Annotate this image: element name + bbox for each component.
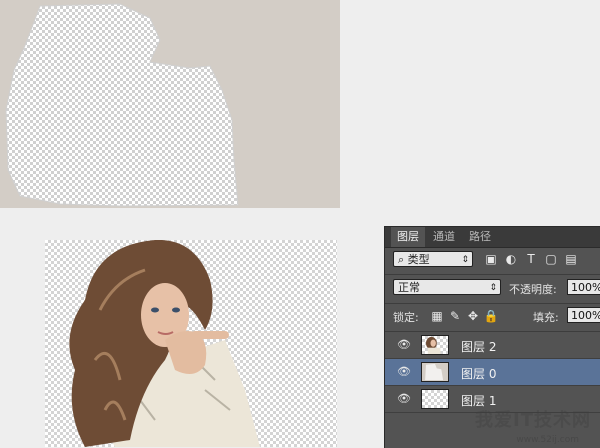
transparent-silhouette [5, 3, 239, 207]
lock-row: 锁定: ▦ ✎ ✥ 🔒 填充: 100% [385, 307, 600, 327]
layer-thumbnail [421, 335, 449, 355]
fill-field[interactable]: 100% [567, 307, 600, 323]
visibility-eye-icon[interactable]: 👁 [397, 339, 411, 351]
type-filter-icon[interactable]: T [523, 251, 539, 267]
watermark-logo: 我爱IT技术网 [475, 410, 591, 431]
portrait-image [69, 240, 260, 447]
lock-label: 锁定: [393, 311, 419, 324]
lock-paint-icon[interactable]: ✎ [447, 308, 463, 324]
smartobject-filter-icon[interactable]: ▤ [563, 251, 579, 267]
visibility-eye-icon[interactable]: 👁 [397, 366, 411, 378]
lock-move-icon[interactable]: ✥ [465, 308, 481, 324]
layer-row-0[interactable]: 👁 图层 0 [385, 359, 600, 386]
lock-all-icon[interactable]: 🔒 [483, 308, 499, 324]
shape-filter-icon[interactable]: ▢ [543, 251, 559, 267]
layer-name: 图层 2 [461, 340, 497, 354]
watermark-url: www.52ij.com [516, 435, 579, 445]
tab-layers[interactable]: 图层 [391, 227, 425, 247]
blend-mode-value: 正常 [398, 281, 420, 294]
canvas-extracted-portrait [45, 240, 337, 447]
tab-paths[interactable]: 路径 [463, 227, 497, 247]
canvas-mask-preview [0, 0, 340, 208]
panel-tab-bar: 图层 通道 路径 [385, 227, 600, 248]
layer-thumbnail [421, 362, 449, 382]
visibility-eye-icon[interactable]: 👁 [397, 393, 411, 405]
opacity-field[interactable]: 100% [567, 279, 600, 295]
chevron-updown-icon: ⇕ [461, 255, 469, 265]
blend-mode-select[interactable]: 正常 ⇕ [393, 279, 501, 295]
layer-filter-select[interactable]: ⌕ 类型 ⇕ [393, 251, 473, 267]
opacity-label: 不透明度: [509, 283, 557, 296]
layer-thumbnail [421, 389, 449, 409]
tab-channels[interactable]: 通道 [427, 227, 461, 247]
chevron-updown-icon: ⇕ [489, 283, 497, 293]
layer-row-2[interactable]: 👁 图层 2 [385, 332, 600, 359]
lock-transparency-icon[interactable]: ▦ [429, 308, 445, 324]
layer-name: 图层 0 [461, 367, 497, 381]
mask-thumbnail [425, 363, 444, 381]
filter-row: ⌕ 类型 ⇕ ▣ ◐ T ▢ ▤ [385, 251, 600, 271]
blend-row: 正常 ⇕ 不透明度: 100% [385, 279, 600, 299]
portrait-thumbnail [426, 336, 441, 354]
pixel-filter-icon[interactable]: ▣ [483, 251, 499, 267]
search-icon: ⌕ [398, 253, 405, 266]
filter-type-label: 类型 [407, 253, 430, 266]
layers-panel: 图层 通道 路径 ⌕ 类型 ⇕ ▣ ◐ T ▢ ▤ 正常 ⇕ 不透明度: 100… [384, 226, 600, 448]
adjustment-filter-icon[interactable]: ◐ [503, 251, 519, 267]
divider [385, 274, 600, 275]
divider [385, 303, 600, 304]
fill-label: 填充: [533, 311, 559, 324]
